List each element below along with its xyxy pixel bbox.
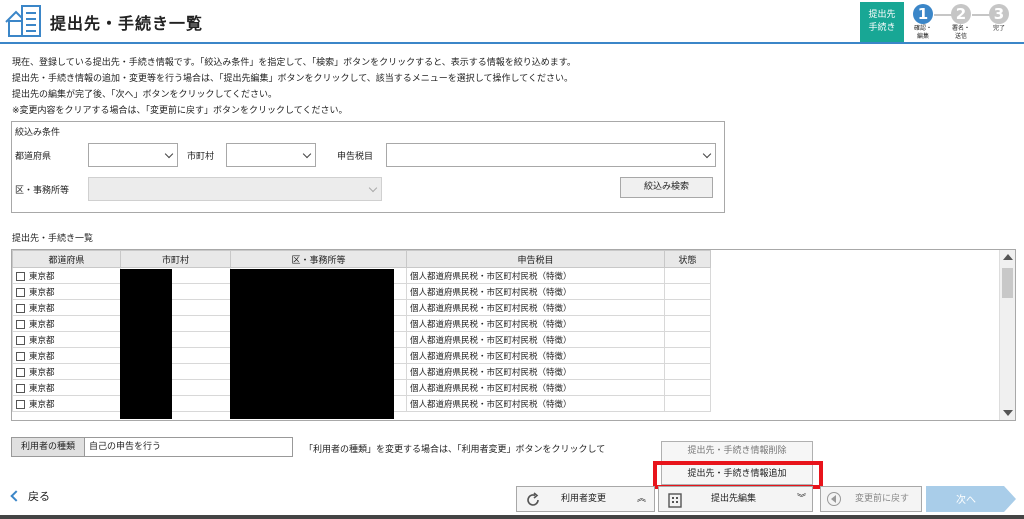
column-header-office[interactable]: 区・事務所等 [230,250,407,268]
cell-tax: 個人都道府県民税・市区町村民税（特徴） [406,363,665,380]
change-user-button[interactable]: 利用者変更 ︽ [516,486,655,512]
redacted-office [230,269,394,419]
step-3-number: 3 [989,4,1009,24]
app-logo-icon [5,5,41,37]
user-type-value: 自己の申告を行う [85,437,293,457]
instructions: 現在、登録している提出先・手続き情報です。「絞込み条件」を指定して、「検索」ボタ… [12,55,912,119]
list-title: 提出先・手続き一覧 [12,234,94,244]
cell-prefecture: 東京都 [29,271,55,282]
cell-prefecture: 東京都 [29,351,55,362]
building-icon [668,493,682,508]
step-box-label-2: 手続き [868,23,896,33]
cell-prefecture: 東京都 [29,287,55,298]
table-scrollbar[interactable] [999,250,1015,420]
progress-steps: 提出先 手続き 1 確認・ 編集 2 署名・ 送信 3 完了 [860,2,1020,42]
cell-prefecture: 東京都 [29,367,55,378]
cell-tax: 個人都道府県民税・市区町村民税（特徴） [406,395,665,412]
step-box: 提出先 手続き [860,2,904,42]
row-checkbox[interactable] [16,303,25,313]
column-header-prefecture[interactable]: 都道府県 [12,250,121,268]
office-select[interactable] [88,177,382,201]
cell-prefecture: 東京都 [29,303,55,314]
city-label: 市町村 [187,152,215,162]
city-select[interactable] [226,143,316,167]
cell-tax: 個人都道府県民税・市区町村民税（特徴） [406,331,665,348]
user-type-label: 利用者の種類 [11,437,85,457]
filter-search-button[interactable]: 絞込み検索 [620,177,713,198]
cell-tax: 個人都道府県民税・市区町村民税（特徴） [406,347,665,364]
cell-prefecture: 東京都 [29,399,55,410]
header-divider [0,42,1024,44]
instruction-line: 現在、登録している提出先・手続き情報です。「絞込み条件」を指定して、「検索」ボタ… [12,58,576,68]
column-header-city[interactable]: 市町村 [120,250,231,268]
column-header-tax[interactable]: 申告税目 [406,250,665,268]
row-checkbox[interactable] [16,271,25,281]
chevron-down-icon [302,149,312,159]
step-3: 3 完了 [982,4,1016,32]
revert-label: 変更前に戻す [855,494,910,504]
delete-destination-menu-item[interactable]: 提出先・手続き情報削除 [661,441,813,462]
row-checkbox[interactable] [16,351,25,361]
cell-tax: 個人都道府県民税・市区町村民税（特徴） [406,379,665,396]
destination-table: 都道府県 市町村 区・事務所等 申告税目 状態 東京都個人都道府県民税・市区町村… [11,249,1016,421]
cell-prefecture: 東京都 [29,319,55,330]
office-label: 区・事務所等 [15,186,70,196]
chevron-left-icon [10,490,22,502]
chevron-double-up-icon: ︽ [637,494,647,504]
redacted-city [120,269,172,419]
change-user-label: 利用者変更 [561,494,607,504]
cell-tax: 個人都道府県民税・市区町村民税（特徴） [406,315,665,332]
refresh-icon [527,492,539,506]
prefecture-select[interactable] [88,143,178,167]
next-button[interactable]: 次へ [926,486,1016,512]
instruction-line: 提出先・手続き情報の追加・変更等を行う場合は、「提出先編集」ボタンをクリックして… [12,74,573,84]
cell-prefecture: 東京都 [29,383,55,394]
back-button[interactable]: 戻る [10,488,50,504]
step-1-number: 1 [913,4,933,24]
row-checkbox[interactable] [16,287,25,297]
edit-destination-button[interactable]: 提出先編集 ︾ [658,486,813,512]
chevron-down-icon [164,149,174,159]
cell-tax: 個人都道府県民税・市区町村民税（特徴） [406,283,665,300]
tax-select[interactable] [386,143,716,167]
chevron-double-down-icon: ︾ [797,494,807,504]
instruction-line: 提出先の編集が完了後、「次へ」ボタンをクリックしてください。 [12,90,277,100]
step-2-label-2: 送信 [954,33,967,40]
user-type-note: 「利用者の種類」を変更する場合は、「利用者変更」ボタンをクリックして [304,445,606,455]
page-title: 提出先・手続き一覧 [50,14,204,33]
instruction-line: ※変更内容をクリアする場合は、「変更前に戻す」ボタンをクリックしてください。 [12,106,348,116]
step-1-label-1: 確認・ [913,25,932,32]
chevron-down-icon [702,149,712,159]
step-2-number: 2 [951,4,971,24]
edit-destination-label: 提出先編集 [711,494,757,504]
cell-tax: 個人都道府県民税・市区町村民税（特徴） [406,267,665,284]
scroll-up-icon[interactable] [1003,254,1013,260]
revert-button[interactable]: 変更前に戻す [820,486,922,512]
cell-prefecture: 東京都 [29,335,55,346]
filter-title: 絞込み条件 [15,128,61,138]
scrollbar-thumb[interactable] [1002,268,1013,298]
back-circle-icon [827,492,841,506]
step-2: 2 署名・ 送信 [944,4,978,40]
step-2-label-1: 署名・ [951,25,970,32]
row-checkbox[interactable] [16,367,25,377]
row-checkbox[interactable] [16,319,25,329]
tax-label: 申告税目 [337,152,374,162]
cell-tax: 個人都道府県民税・市区町村民税（特徴） [406,299,665,316]
highlight-box [653,461,823,489]
step-1-label-2: 編集 [916,33,929,40]
step-1: 1 確認・ 編集 [906,4,940,40]
chevron-down-icon [368,183,378,193]
next-label: 次へ [956,493,976,506]
bottom-border [0,515,1024,519]
back-label: 戻る [28,490,50,503]
prefecture-label: 都道府県 [15,152,52,162]
column-header-status[interactable]: 状態 [664,250,711,268]
row-checkbox[interactable] [16,399,25,409]
row-checkbox[interactable] [16,383,25,393]
step-3-label-1: 完了 [992,25,1005,32]
scroll-down-icon[interactable] [1003,410,1013,416]
step-box-label-1: 提出先 [868,10,896,20]
row-checkbox[interactable] [16,335,25,345]
